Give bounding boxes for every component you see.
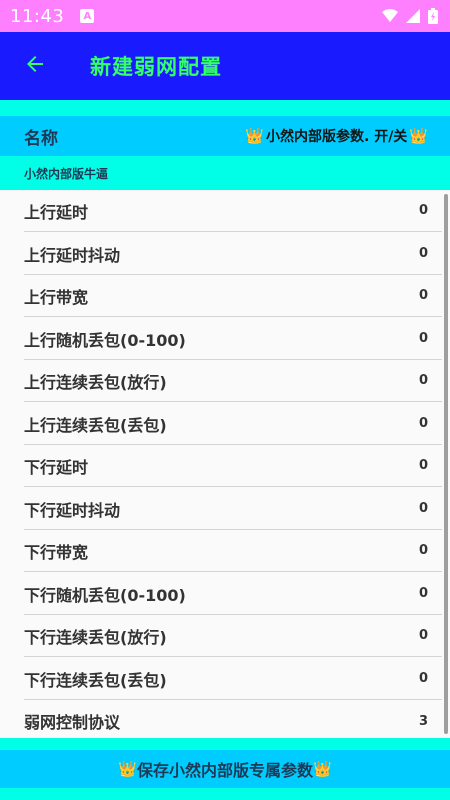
item-value: 0 [418, 373, 428, 388]
item-label: 弱网控制协议 [24, 713, 121, 732]
item-value: 0 [418, 203, 428, 218]
page-title: 新建弱网配置 [90, 55, 222, 79]
arrow-left-icon [23, 52, 47, 80]
item-value: 0 [418, 331, 428, 346]
item-label: 下行延时 [24, 457, 89, 477]
name-label: 名称 [24, 128, 58, 149]
list-item[interactable]: 下行延时抖动 0 [24, 488, 442, 530]
item-label: 下行延时抖动 [24, 500, 121, 520]
save-button-label: 保存小然内部版专属参数 [136, 761, 313, 780]
list-item[interactable]: 下行延时 0 [24, 445, 442, 487]
item-value: 0 [418, 628, 428, 643]
item-label: 上行带宽 [24, 287, 89, 307]
item-label: 上行连续丢包(丢包) [24, 415, 167, 435]
toggle-text: 小然内部版参数. 开/关 [266, 129, 408, 145]
item-value: 3 [418, 713, 428, 729]
item-label: 下行连续丢包(放行) [24, 627, 167, 647]
settings-list[interactable]: 上行延时 0 上行延时抖动 0 上行带宽 0 上行随机丢包(0-100) 0 上… [0, 190, 450, 738]
item-value: 0 [418, 543, 428, 558]
status-time: 11:43 [10, 5, 65, 27]
divider-strip [0, 100, 450, 116]
section-header: 小然内部版牛逼 [0, 156, 450, 190]
list-item[interactable]: 下行随机丢包(0-100) 0 [24, 573, 442, 615]
list-item[interactable]: 下行带宽 0 [24, 530, 442, 572]
signal-icon [406, 9, 420, 23]
list-item[interactable]: 上行延时 0 [24, 190, 442, 232]
item-value: 0 [418, 416, 428, 431]
app-bar: 新建弱网配置 [0, 32, 450, 100]
internal-params-toggle[interactable]: 👑 小然内部版参数. 开/关 👑 [245, 126, 428, 146]
list-item[interactable]: 下行连续丢包(放行) 0 [24, 615, 442, 657]
crown-icon: 👑 [409, 127, 428, 145]
list-item[interactable]: 上行随机丢包(0-100) 0 [24, 318, 442, 360]
item-label: 下行连续丢包(丢包) [24, 670, 167, 690]
item-value: 0 [418, 671, 428, 686]
battery-icon [428, 8, 438, 24]
crown-icon: 👑 [313, 760, 332, 778]
status-bar: 11:43 A [0, 0, 450, 32]
item-label: 上行延时抖动 [24, 245, 121, 265]
crown-icon: 👑 [118, 760, 137, 778]
list-item[interactable]: 上行延时抖动 0 [24, 233, 442, 275]
list-item[interactable]: 上行连续丢包(放行) 0 [24, 360, 442, 402]
item-value: 0 [418, 288, 428, 303]
back-button[interactable] [10, 41, 60, 91]
item-value: 0 [418, 501, 428, 516]
save-button[interactable]: 👑 保存小然内部版专属参数 👑 [0, 750, 450, 788]
wifi-icon [382, 9, 398, 23]
list-item[interactable]: 下行连续丢包(丢包) 0 [24, 658, 442, 700]
divider-strip [0, 738, 450, 750]
notification-badge: A [80, 9, 95, 23]
name-row: 名称 👑 小然内部版参数. 开/关 👑 [0, 116, 450, 156]
item-label: 上行随机丢包(0-100) [24, 330, 186, 350]
crown-icon: 👑 [245, 127, 264, 145]
item-label: 上行延时 [24, 202, 89, 222]
item-label: 上行连续丢包(放行) [24, 372, 167, 392]
list-item[interactable]: 弱网控制协议 3 [24, 700, 442, 738]
list-item[interactable]: 上行连续丢包(丢包) 0 [24, 403, 442, 445]
divider-strip [0, 788, 450, 800]
item-label: 下行带宽 [24, 542, 89, 562]
item-value: 0 [418, 246, 428, 261]
list-item[interactable]: 上行带宽 0 [24, 275, 442, 317]
item-value: 0 [418, 586, 428, 601]
status-icons [382, 8, 438, 24]
item-value: 0 [418, 458, 428, 473]
item-label: 下行随机丢包(0-100) [24, 585, 186, 605]
scrollbar[interactable] [444, 194, 448, 734]
